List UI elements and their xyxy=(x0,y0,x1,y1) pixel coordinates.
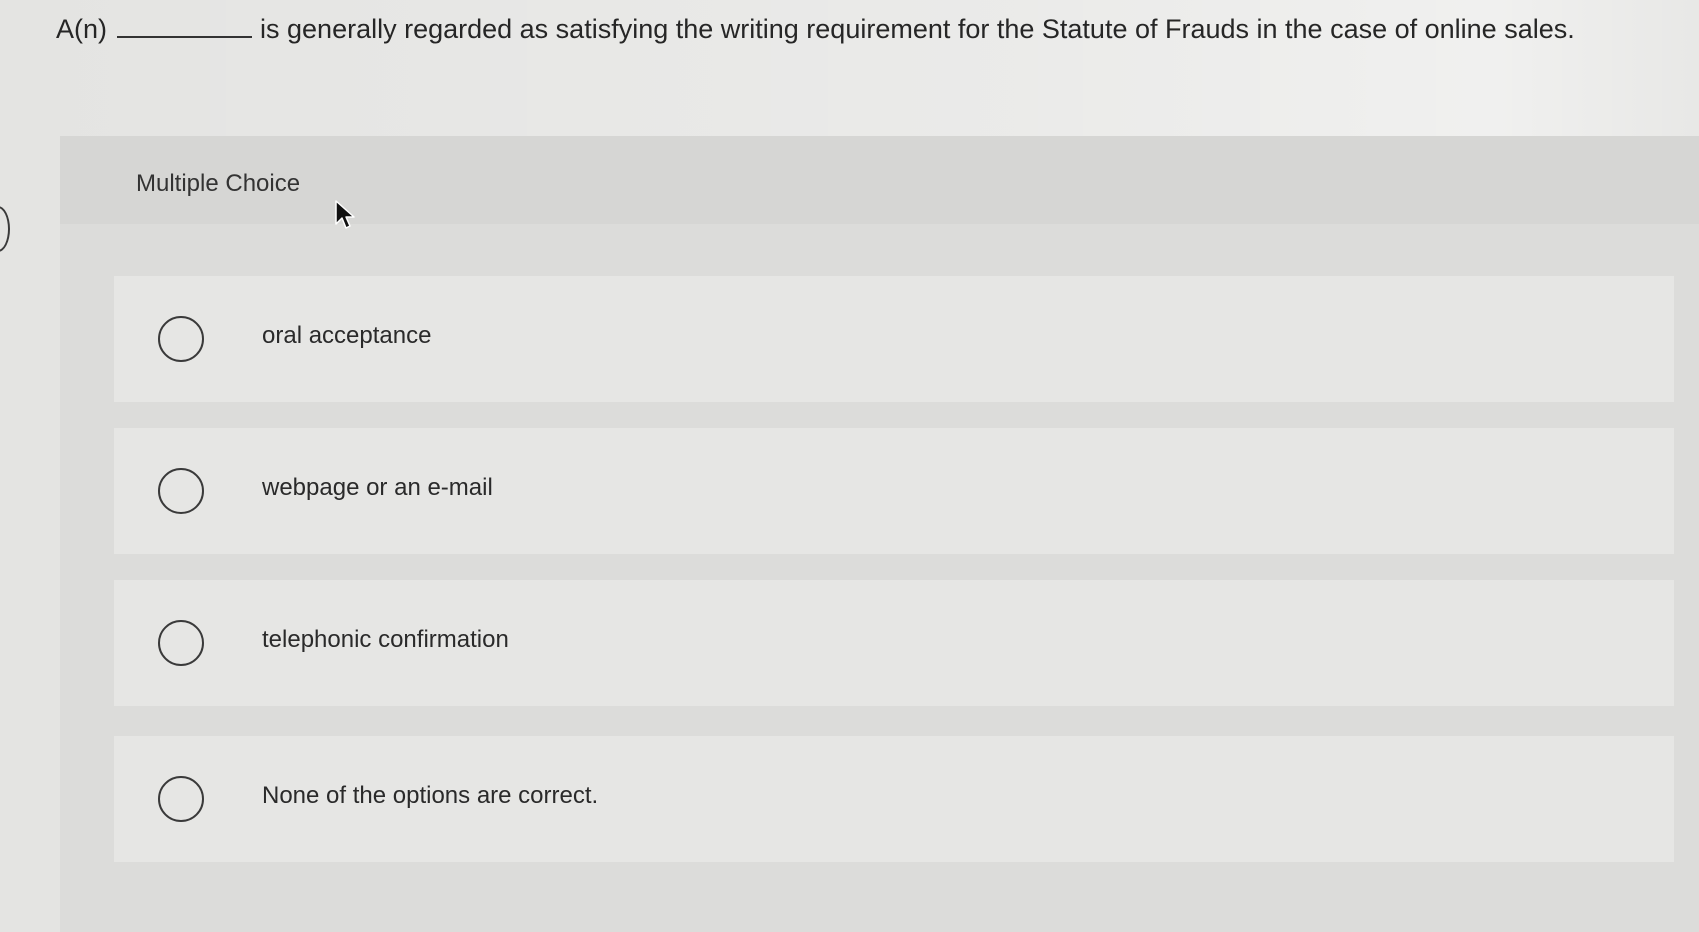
radio-button-icon[interactable] xyxy=(158,776,204,822)
radio-button-icon[interactable] xyxy=(158,468,204,514)
question-text: A(n) is generally regarded as satisfying … xyxy=(56,10,1676,47)
option-label: webpage or an e-mail xyxy=(262,474,493,501)
panel-header: Multiple Choice xyxy=(60,136,1699,224)
mouse-pointer-icon xyxy=(335,200,355,229)
option-label: oral acceptance xyxy=(262,322,432,349)
question-prefix: A(n) xyxy=(56,14,108,44)
question-suffix: is generally regarded as satisfying the … xyxy=(260,14,1575,44)
radio-button-icon[interactable] xyxy=(158,620,204,666)
option-none-correct[interactable]: None of the options are correct. xyxy=(114,736,1674,862)
option-oral-acceptance[interactable]: oral acceptance xyxy=(114,276,1674,402)
option-label: telephonic confirmation xyxy=(262,626,509,653)
partial-radio-edge xyxy=(0,206,10,252)
option-label: None of the options are correct. xyxy=(262,782,599,809)
question-type-label: Multiple Choice xyxy=(136,170,301,197)
answer-panel: Multiple Choice oral acceptance webpage … xyxy=(60,136,1699,932)
option-telephonic-confirmation[interactable]: telephonic confirmation xyxy=(114,580,1674,706)
option-webpage-or-email[interactable]: webpage or an e-mail xyxy=(114,428,1674,554)
radio-button-icon[interactable] xyxy=(158,316,204,362)
answer-blank xyxy=(117,10,253,38)
